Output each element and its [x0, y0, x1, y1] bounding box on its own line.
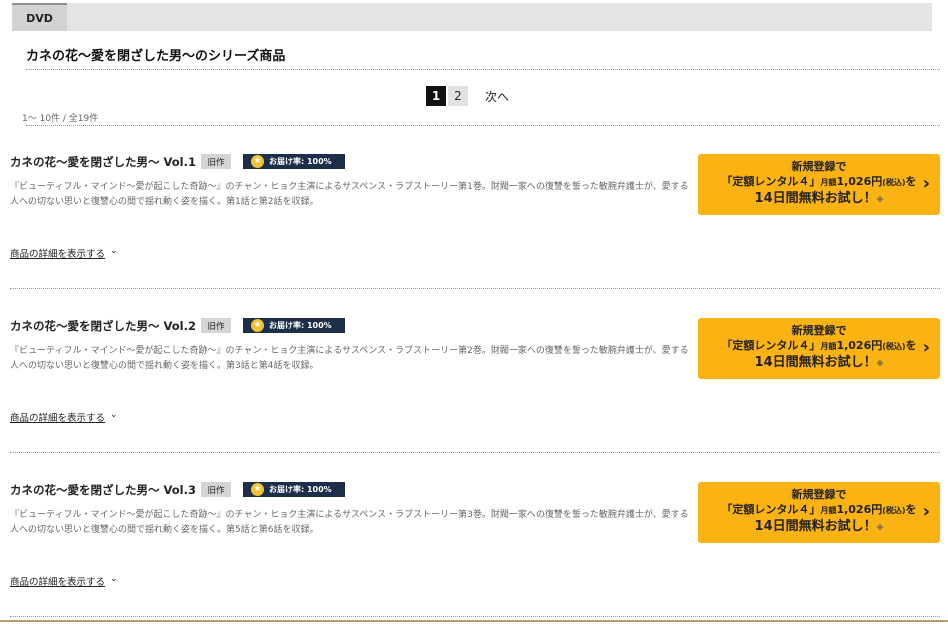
chevron-down-icon: ⌄	[110, 246, 118, 256]
divider	[10, 616, 940, 617]
product-description: 『ビューティフル・マインド〜愛が起こした奇跡〜』のチャン・ヒョク主演によるサスペ…	[10, 182, 689, 207]
star-icon: ★	[251, 319, 264, 332]
tab-dvd[interactable]: DVD	[12, 3, 67, 31]
product-title[interactable]: カネの花〜愛を閉ざした男〜 Vol.1	[10, 154, 196, 170]
chevron-right-icon: ›	[922, 337, 930, 358]
delivery-rate-text: お届け率: 100%	[269, 157, 332, 166]
delivery-rate-badge: ★ お届け率: 100%	[243, 318, 345, 333]
chevron-right-icon: ›	[922, 501, 930, 522]
page-2[interactable]: 2	[448, 86, 468, 106]
star-icon: ★	[251, 155, 264, 168]
divider	[10, 288, 940, 289]
old-release-badge: 旧作	[201, 154, 231, 169]
show-details-link[interactable]: 商品の詳細を表示する	[10, 574, 105, 588]
product-description: 『ビューティフル・マインド〜愛が起こした奇跡〜』のチャン・ヒョク主演によるサスペ…	[10, 346, 689, 371]
divider	[26, 125, 940, 126]
old-release-badge: 旧作	[201, 482, 231, 497]
cta-line3: 14日間無料お試し！※	[754, 191, 884, 206]
chevron-down-icon: ⌄	[110, 410, 118, 420]
delivery-rate-text: お届け率: 100%	[269, 485, 332, 494]
product-description: 『ビューティフル・マインド〜愛が起こした奇跡〜』のチャン・ヒョク主演によるサスペ…	[10, 510, 689, 535]
page-1[interactable]: 1	[426, 86, 446, 106]
divider	[26, 69, 940, 70]
cta-line3: 14日間無料お試し！※	[754, 519, 884, 534]
show-details-link[interactable]: 商品の詳細を表示する	[10, 410, 105, 424]
free-trial-button[interactable]: 新規登録で 「定額レンタル４」月額1,026円(税込)を 14日間無料お試し！※…	[698, 154, 940, 215]
product-item: カネの花〜愛を閉ざした男〜 Vol.2 旧作 ★ お届け率: 100% 『ビュー…	[0, 318, 948, 481]
free-trial-button[interactable]: 新規登録で 「定額レンタル４」月額1,026円(税込)を 14日間無料お試し！※…	[698, 318, 940, 379]
chevron-down-icon: ⌄	[110, 574, 118, 584]
bottom-border	[0, 620, 948, 622]
pagination: 1 2 次へ	[426, 86, 509, 106]
star-icon: ★	[251, 483, 264, 496]
tab-bar: DVD	[12, 3, 932, 31]
product-item: カネの花〜愛を閉ざした男〜 Vol.3 旧作 ★ お届け率: 100% 『ビュー…	[0, 482, 948, 624]
cta-line2: 「定額レンタル４」月額1,026円(税込)を	[721, 339, 917, 352]
product-item: カネの花〜愛を閉ざした男〜 Vol.1 旧作 ★ お届け率: 100% 『ビュー…	[0, 154, 948, 317]
next-page-link[interactable]: 次へ	[485, 88, 509, 105]
show-details-link[interactable]: 商品の詳細を表示する	[10, 246, 105, 260]
series-title: カネの花〜愛を閉ざした男〜のシリーズ商品	[26, 49, 286, 64]
cta-line3: 14日間無料お試し！※	[754, 355, 884, 370]
product-title[interactable]: カネの花〜愛を閉ざした男〜 Vol.3	[10, 482, 196, 498]
cta-line2: 「定額レンタル４」月額1,026円(税込)を	[721, 175, 917, 188]
chevron-right-icon: ›	[922, 173, 930, 194]
product-title[interactable]: カネの花〜愛を閉ざした男〜 Vol.2	[10, 318, 196, 334]
delivery-rate-badge: ★ お届け率: 100%	[243, 482, 345, 497]
delivery-rate-text: お届け率: 100%	[269, 321, 332, 330]
cta-line1: 新規登録で	[791, 488, 847, 501]
cta-line1: 新規登録で	[791, 160, 847, 173]
cta-line1: 新規登録で	[791, 324, 847, 337]
divider	[10, 452, 940, 453]
old-release-badge: 旧作	[201, 318, 231, 333]
result-count: 1〜 10件 / 全19件	[22, 114, 99, 124]
cta-line2: 「定額レンタル４」月額1,026円(税込)を	[721, 503, 917, 516]
free-trial-button[interactable]: 新規登録で 「定額レンタル４」月額1,026円(税込)を 14日間無料お試し！※…	[698, 482, 940, 543]
delivery-rate-badge: ★ お届け率: 100%	[243, 154, 345, 169]
